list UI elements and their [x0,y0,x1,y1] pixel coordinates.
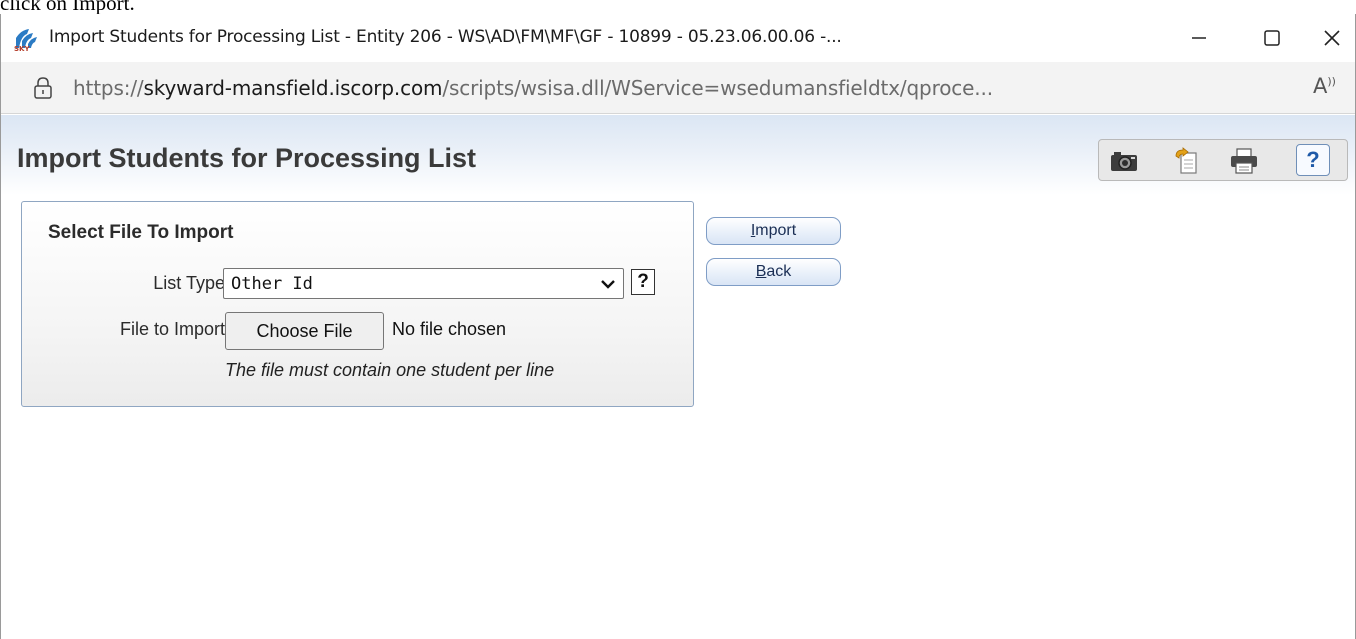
list-type-value: Other Id [231,274,313,294]
help-icon: ? [1306,147,1320,172]
import-button[interactable]: Import [706,217,841,245]
back-button[interactable]: Back [706,258,841,286]
import-label: mport [755,222,797,239]
url-host: skyward-mansfield.iscorp.com [143,76,443,100]
maximize-button[interactable] [1241,14,1303,62]
url-path: /scripts/wsisa.dll/WService=wsedumansfie… [442,76,993,100]
cropped-caption: click on Import. [0,0,1356,14]
browser-popup-window: SKY Import Students for Processing List … [0,14,1356,639]
file-format-hint: The file must contain one student per li… [225,360,555,380]
chevron-down-icon [601,280,615,289]
file-status-text: No file chosen [392,319,507,339]
page-header: Import Students for Processing List ? [1,115,1355,195]
lock-icon[interactable] [33,76,53,100]
screenshot-button[interactable] [1109,146,1139,176]
title-bar: SKY Import Students for Processing List … [1,14,1355,62]
close-icon [1324,30,1340,46]
print-icon [1231,148,1257,174]
panel-title: Select File To Import [48,222,234,243]
clipboard-button[interactable] [1171,146,1201,176]
read-aloud-button[interactable]: A)) [1313,74,1336,98]
url-scheme: https:// [73,76,144,100]
read-aloud-waves: )) [1327,75,1336,88]
clipboard-icon [1175,147,1197,174]
choose-file-button[interactable]: Choose File [225,312,384,350]
minimize-icon [1192,37,1206,39]
camera-icon [1111,152,1137,171]
list-type-select[interactable]: Other Id [223,268,624,299]
minimize-button[interactable] [1168,14,1230,62]
page-title: Import Students for Processing List [17,143,477,173]
maximize-icon [1264,30,1280,46]
window-title: Import Students for Processing List - En… [49,27,842,47]
page-toolbar: ? [1098,139,1348,181]
select-file-panel: Select File To Import List Type: Other I… [21,201,694,407]
page-content: Import Students for Processing List ? Se… [1,115,1355,639]
close-button[interactable] [1301,14,1356,62]
back-label: ack [766,263,792,280]
cropped-caption-text: click on Import. [0,0,135,14]
back-access-key: B [755,263,767,280]
skyward-app-icon: SKY [14,29,37,52]
svg-text:SKY: SKY [14,45,30,52]
help-button[interactable]: ? [1296,144,1330,176]
list-type-label: List Type: [153,273,230,293]
file-to-import-label: File to Import: [119,319,230,339]
address-bar[interactable]: https://skyward-mansfield.iscorp.com/scr… [1,62,1355,114]
url-text[interactable]: https://skyward-mansfield.iscorp.com/scr… [73,76,993,100]
read-aloud-icon: A [1313,74,1328,98]
list-type-help-button[interactable]: ? [631,269,655,295]
print-button[interactable] [1229,146,1259,176]
